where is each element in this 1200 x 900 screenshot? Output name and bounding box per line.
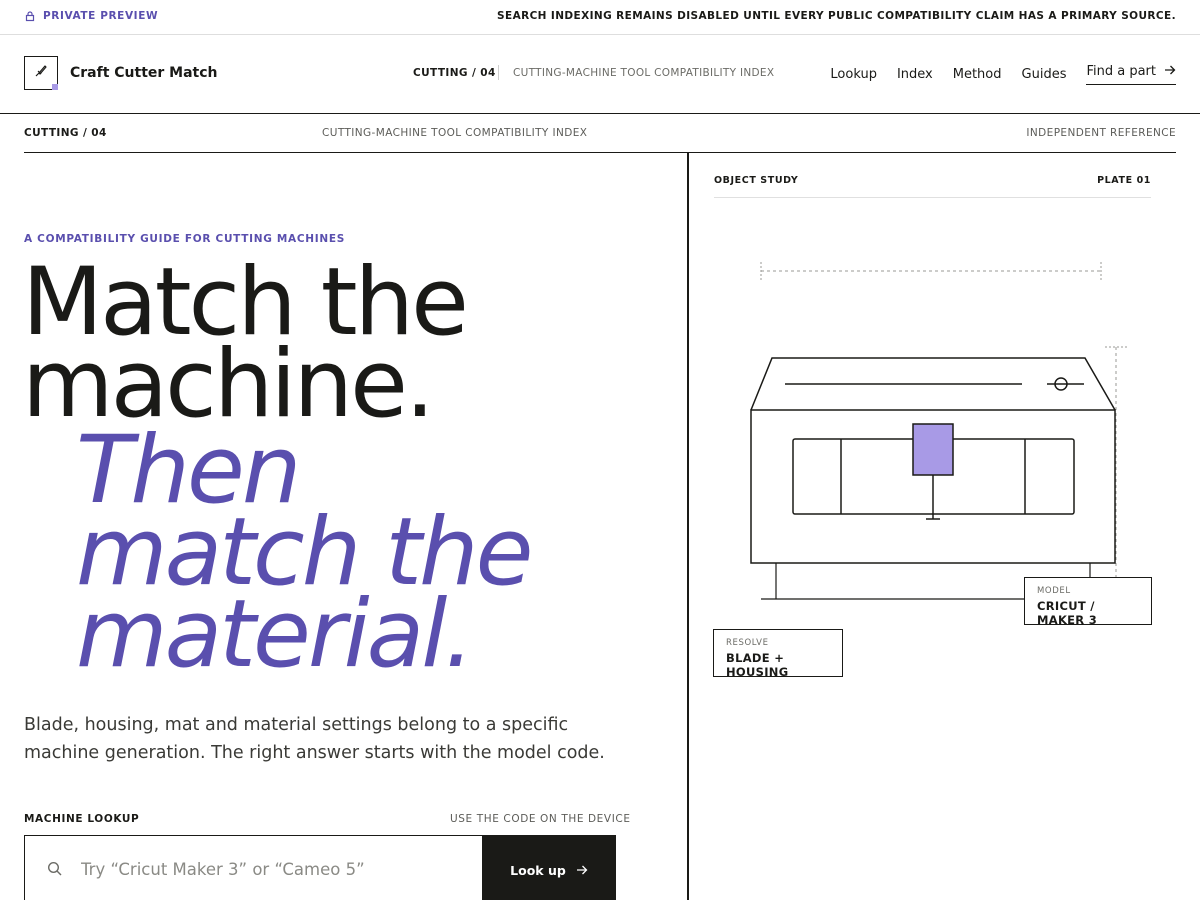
search-icon bbox=[47, 861, 63, 881]
object-study-header: OBJECT STUDY PLATE 01 bbox=[714, 175, 1151, 198]
model-value: CRICUT / MAKER 3 bbox=[1037, 599, 1098, 627]
subbar-tagline: INDEPENDENT REFERENCE bbox=[1026, 127, 1176, 139]
look-up-button[interactable]: Look up bbox=[482, 835, 616, 900]
subbar-title: CUTTING-MACHINE TOOL COMPATIBILITY INDEX bbox=[322, 127, 588, 139]
hero-headline-accent: Then match the material. bbox=[76, 424, 533, 689]
nav-method[interactable]: Method bbox=[953, 67, 1002, 82]
lock-icon bbox=[24, 10, 36, 22]
logo-accent-dot bbox=[52, 84, 58, 90]
find-a-part-link[interactable]: Find a part bbox=[1086, 64, 1176, 85]
resolve-key: RESOLVE bbox=[726, 638, 769, 648]
hero-lede: Blade, housing, mat and material setting… bbox=[24, 715, 605, 763]
hero-line-5: material. bbox=[76, 580, 474, 689]
private-preview-notice: PRIVATE PREVIEW bbox=[24, 10, 158, 22]
machine-search-input[interactable] bbox=[81, 856, 461, 882]
header-divider bbox=[498, 65, 499, 80]
machine-body bbox=[750, 357, 1116, 564]
section-subbar: CUTTING / 04 CUTTING-MACHINE TOOL COMPAT… bbox=[24, 114, 1176, 153]
subbar-code: CUTTING / 04 bbox=[24, 127, 107, 139]
nav-lookup[interactable]: Lookup bbox=[830, 67, 877, 82]
resolve-value: BLADE + HOUSING bbox=[726, 651, 789, 679]
plate-number: PLATE 01 bbox=[1097, 175, 1151, 186]
logo[interactable] bbox=[24, 56, 58, 90]
brand-name[interactable]: Craft Cutter Match bbox=[70, 65, 218, 81]
nav-guides[interactable]: Guides bbox=[1022, 67, 1067, 82]
hero-line-2: machine. bbox=[22, 330, 435, 439]
section-code: CUTTING / 04 bbox=[413, 67, 496, 79]
nav-index[interactable]: Index bbox=[897, 67, 933, 82]
cutting-machine-illustration bbox=[750, 262, 1127, 600]
dimension-line-top bbox=[760, 262, 1102, 282]
arrow-right-icon bbox=[576, 863, 588, 878]
lookup-label: MACHINE LOOKUP bbox=[24, 813, 140, 825]
object-study-label: OBJECT STUDY bbox=[714, 175, 799, 186]
indexing-notice: SEARCH INDEXING REMAINS DISABLED UNTIL E… bbox=[497, 10, 1176, 22]
find-a-part-label: Find a part bbox=[1086, 64, 1156, 79]
hero-eyebrow: A COMPATIBILITY GUIDE FOR CUTTING MACHIN… bbox=[24, 233, 346, 245]
hero-headline: Match the machine. bbox=[22, 256, 469, 439]
section-title: CUTTING-MACHINE TOOL COMPATIBILITY INDEX bbox=[513, 67, 775, 79]
machine-lookup-form: Look up bbox=[24, 835, 616, 900]
model-key: MODEL bbox=[1037, 586, 1071, 596]
private-preview-label: PRIVATE PREVIEW bbox=[43, 10, 159, 22]
model-callout: MODEL CRICUT / MAKER 3 bbox=[1024, 577, 1152, 627]
notice-bar: PRIVATE PREVIEW SEARCH INDEXING REMAINS … bbox=[0, 0, 1200, 35]
cutter-blade-icon bbox=[33, 63, 49, 83]
arrow-right-icon bbox=[1164, 64, 1176, 79]
lookup-hint: USE THE CODE ON THE DEVICE bbox=[450, 813, 631, 825]
look-up-label: Look up bbox=[510, 862, 566, 878]
dimension-line-side bbox=[1105, 346, 1127, 578]
resolve-callout: RESOLVE BLADE + HOUSING bbox=[713, 629, 843, 679]
site-header: Craft Cutter Match CUTTING / 04 CUTTING-… bbox=[0, 35, 1200, 114]
main-nav: Lookup Index Method Guides Find a part bbox=[830, 64, 1176, 85]
